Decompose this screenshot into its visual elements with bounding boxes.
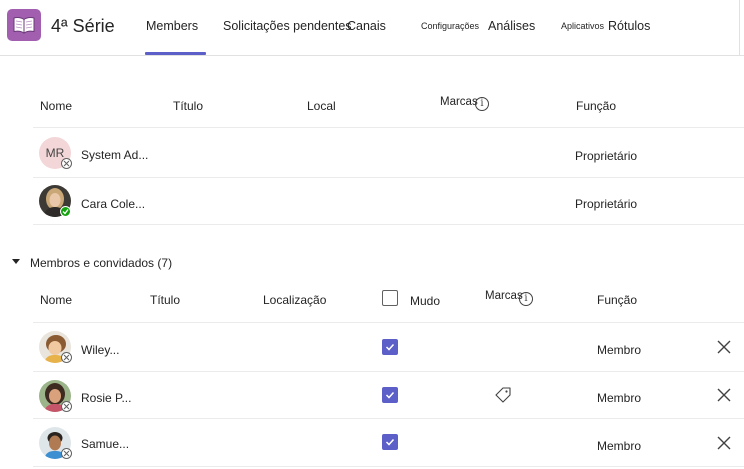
team-avatar [7,9,41,41]
member-role[interactable]: Membro [597,343,641,357]
collapse-caret-icon[interactable] [12,259,20,264]
member-role[interactable]: Membro [597,391,641,405]
offline-status-icon [61,448,72,459]
tab-channels[interactable]: Canais [347,19,386,33]
book-icon [13,17,35,34]
member-role[interactable]: Proprietário [575,197,637,211]
offline-status-icon [61,158,72,169]
row-divider [33,224,744,225]
member-name[interactable]: Rosie P... [81,391,131,405]
member-role[interactable]: Membro [597,439,641,453]
column-header-name[interactable]: Nome [40,99,72,113]
column-header-tags[interactable]: Marcas [440,96,478,108]
offline-status-icon [61,401,72,412]
member-role[interactable]: Proprietário [575,149,637,163]
column-header-name[interactable]: Nome [40,293,72,307]
header-scrollbar[interactable] [739,0,744,56]
row-divider [33,371,744,372]
mute-checkbox[interactable] [382,434,398,450]
tab-tags[interactable]: Rótulos [608,19,650,33]
avatar-initials: MR [45,146,65,160]
team-name: 4ª Série [51,16,115,36]
tab-analytics[interactable]: Análises [488,19,535,33]
mute-checkbox[interactable] [382,339,398,355]
member-name[interactable]: System Ad... [81,148,148,162]
column-header-role[interactable]: Função [597,293,637,307]
tab-members[interactable]: Members [146,19,198,33]
member-name[interactable]: Samue... [81,437,129,451]
mute-checkbox[interactable] [382,387,398,403]
column-header-role[interactable]: Função [576,99,616,113]
close-icon[interactable] [717,340,731,354]
column-header-mute[interactable]: Mudo [410,294,440,308]
close-icon[interactable] [717,436,731,450]
column-header-location[interactable]: Local [307,99,336,113]
column-header-location[interactable]: Localização [263,293,326,307]
team-header: 4ª Série Members Solicitações pendentes … [0,0,744,56]
column-header-title[interactable]: Título [173,99,203,113]
info-icon[interactable]: i [519,292,533,306]
tab-apps[interactable]: Aplicativos [561,21,604,31]
close-icon[interactable] [717,388,731,402]
tab-pending-requests[interactable]: Solicitações pendentes [223,19,352,33]
tag-icon[interactable] [494,386,512,404]
column-header-tags[interactable]: Marcas [485,290,523,302]
column-header-title[interactable]: Título [150,293,180,307]
row-divider [33,322,744,323]
row-divider [33,127,744,128]
offline-status-icon [61,352,72,363]
active-tab-indicator [145,52,206,55]
row-divider [33,418,744,419]
row-divider [33,466,744,467]
member-name[interactable]: Wiley... [81,343,119,357]
tab-settings[interactable]: Configurações [421,21,479,31]
info-icon[interactable]: i [475,97,489,111]
member-name[interactable]: Cara Cole... [81,197,145,211]
mute-all-checkbox[interactable] [382,290,398,306]
online-status-icon [60,206,71,217]
section-title[interactable]: Membros e convidados (7) [30,256,172,270]
row-divider [33,177,744,178]
